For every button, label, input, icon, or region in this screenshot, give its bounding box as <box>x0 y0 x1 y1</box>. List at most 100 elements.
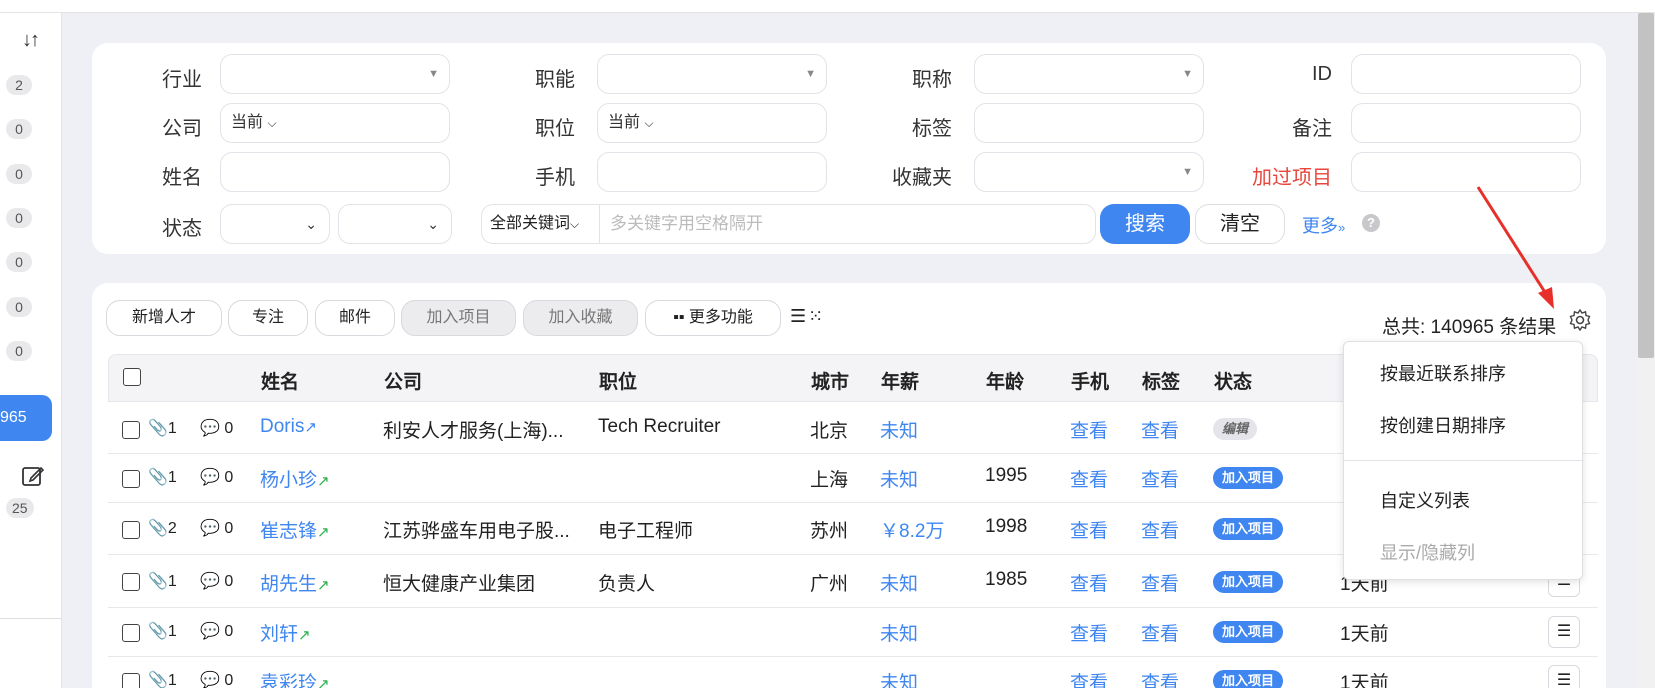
search-button[interactable]: 搜索 <box>1100 204 1190 244</box>
title-select[interactable]: ▼ <box>974 54 1204 94</box>
sidebar-count[interactable]: 0 <box>6 164 32 184</box>
candidate-name[interactable]: Doris↗ <box>260 416 317 438</box>
candidate-name[interactable]: 胡先生↗ <box>260 569 330 596</box>
email-button[interactable]: 邮件 <box>315 300 395 336</box>
salary-cell[interactable]: 未知 <box>880 465 918 492</box>
sidebar-count[interactable]: 25 <box>6 498 34 518</box>
comment-count[interactable]: 💬 0 <box>200 467 233 487</box>
column-header[interactable]: 年龄 <box>986 367 1024 394</box>
add-project-badge[interactable]: 加入项目 <box>1213 518 1284 540</box>
column-header[interactable]: 手机 <box>1071 367 1109 394</box>
sort-by-created-date[interactable]: 按创建日期排序 <box>1380 412 1506 438</box>
id-input[interactable] <box>1351 54 1581 94</box>
sidebar-count[interactable]: 0 <box>6 252 32 272</box>
external-link-icon[interactable]: ↗ <box>317 473 330 490</box>
salary-cell[interactable]: ￥8.2万 <box>880 516 944 543</box>
column-header[interactable]: 状态 <box>1214 367 1252 394</box>
phone-view-link[interactable]: 查看 <box>1070 569 1108 596</box>
function-select[interactable]: ▼ <box>597 54 827 94</box>
add-project-badge[interactable]: 加入项目 <box>1213 670 1284 688</box>
status-badge[interactable]: 编辑 <box>1213 418 1258 440</box>
focus-button[interactable]: 专注 <box>228 300 308 336</box>
sidebar-count[interactable]: 2 <box>6 75 32 95</box>
row-menu-icon[interactable]: ☰ <box>1548 616 1580 648</box>
column-header[interactable]: 公司 <box>384 367 422 394</box>
tag-view-link[interactable]: 查看 <box>1141 569 1179 596</box>
gear-icon[interactable] <box>1568 308 1592 332</box>
custom-list[interactable]: 自定义列表 <box>1380 487 1470 513</box>
position-select[interactable]: 当前 ⌵ <box>597 103 827 143</box>
tag-view-link[interactable]: 查看 <box>1141 465 1179 492</box>
comment-count[interactable]: 💬 0 <box>200 518 233 538</box>
add-project-button[interactable]: 加入项目 <box>401 300 516 336</box>
toggle-columns[interactable]: 显示/隐藏列 <box>1380 539 1475 565</box>
tag-view-link[interactable]: 查看 <box>1141 619 1179 646</box>
column-header[interactable]: 城市 <box>811 367 849 394</box>
sidebar-count[interactable]: 0 <box>6 119 32 139</box>
phone-view-link[interactable]: 查看 <box>1070 516 1108 543</box>
select-all-checkbox[interactable] <box>123 368 141 386</box>
row-checkbox[interactable] <box>122 573 140 591</box>
status-select-2[interactable]: ⌄ <box>338 204 452 244</box>
add-talent-button[interactable]: 新增人才 <box>106 300 222 336</box>
note-input[interactable] <box>1351 103 1581 143</box>
phone-view-link[interactable]: 查看 <box>1070 465 1108 492</box>
attachment-count[interactable]: 📎1 <box>148 467 177 487</box>
sort-by-recent-contact[interactable]: 按最近联系排序 <box>1380 360 1506 386</box>
more-functions-button[interactable]: ▪▪ 更多功能 <box>645 300 781 336</box>
external-link-icon[interactable]: ↗ <box>298 627 311 644</box>
table-row[interactable]: 📎1 💬 0 刘轩↗ 未知 查看 查看 加入项目 1天前 ☰ <box>108 608 1598 657</box>
comment-count[interactable]: 💬 0 <box>200 418 233 438</box>
grid-view-icon[interactable]: ⁙ <box>808 306 825 326</box>
salary-cell[interactable]: 未知 <box>880 569 918 596</box>
company-select[interactable]: 当前 ⌵ <box>220 103 450 143</box>
sidebar-count[interactable]: 0 <box>6 208 32 228</box>
phone-view-link[interactable]: 查看 <box>1070 619 1108 646</box>
attachment-count[interactable]: 📎1 <box>148 418 177 438</box>
add-favorite-button[interactable]: 加入收藏 <box>523 300 638 336</box>
sidebar-count[interactable]: 0 <box>6 341 32 361</box>
row-checkbox[interactable] <box>122 470 140 488</box>
row-checkbox[interactable] <box>122 421 140 439</box>
column-header[interactable]: 年薪 <box>881 367 919 394</box>
name-input[interactable] <box>220 152 450 192</box>
external-link-icon[interactable]: ↗ <box>304 419 317 436</box>
add-project-badge[interactable]: 加入项目 <box>1213 571 1284 593</box>
sort-icon[interactable]: ↓↑ <box>22 29 40 52</box>
more-filters-link[interactable]: 更多» <box>1302 212 1345 238</box>
clear-button[interactable]: 清空 <box>1195 204 1285 244</box>
sidebar-active-count[interactable]: 965 <box>0 395 52 441</box>
row-checkbox[interactable] <box>122 624 140 642</box>
tag-view-link[interactable]: 查看 <box>1141 516 1179 543</box>
row-checkbox[interactable] <box>122 673 140 688</box>
edit-icon[interactable] <box>22 465 44 487</box>
attachment-count[interactable]: 📎1 <box>148 670 177 688</box>
external-link-icon[interactable]: ↗ <box>317 577 330 594</box>
keyword-input[interactable]: 多关键字用空格隔开 <box>600 205 1095 243</box>
sidebar-count[interactable]: 0 <box>6 297 32 317</box>
salary-cell[interactable]: 未知 <box>880 619 918 646</box>
list-view-icon[interactable]: ☰ <box>790 306 808 326</box>
tag-view-link[interactable]: 查看 <box>1141 668 1179 688</box>
external-link-icon[interactable]: ↗ <box>317 676 330 688</box>
add-project-badge[interactable]: 加入项目 <box>1213 467 1284 489</box>
comment-count[interactable]: 💬 0 <box>200 670 233 688</box>
candidate-name[interactable]: 崔志锋↗ <box>260 516 330 543</box>
tag-input[interactable] <box>974 103 1204 143</box>
candidate-name[interactable]: 袁彩玲↗ <box>260 668 330 688</box>
row-menu-icon[interactable]: ☰ <box>1548 665 1580 688</box>
table-row[interactable]: 📎1 💬 0 袁彩玲↗ 未知 查看 查看 加入项目 1天前 ☰ <box>108 657 1598 688</box>
favorites-select[interactable]: ▼ <box>974 152 1204 192</box>
phone-view-link[interactable]: 查看 <box>1070 416 1108 443</box>
attachment-count[interactable]: 📎2 <box>148 518 177 538</box>
phone-view-link[interactable]: 查看 <box>1070 668 1108 688</box>
comment-count[interactable]: 💬 0 <box>200 571 233 591</box>
salary-cell[interactable]: 未知 <box>880 668 918 688</box>
attachment-count[interactable]: 📎1 <box>148 621 177 641</box>
row-checkbox[interactable] <box>122 521 140 539</box>
column-header[interactable]: 标签 <box>1142 367 1180 394</box>
phone-input[interactable] <box>597 152 827 192</box>
external-link-icon[interactable]: ↗ <box>317 524 330 541</box>
scrollbar-thumb[interactable] <box>1638 13 1654 358</box>
attachment-count[interactable]: 📎1 <box>148 571 177 591</box>
